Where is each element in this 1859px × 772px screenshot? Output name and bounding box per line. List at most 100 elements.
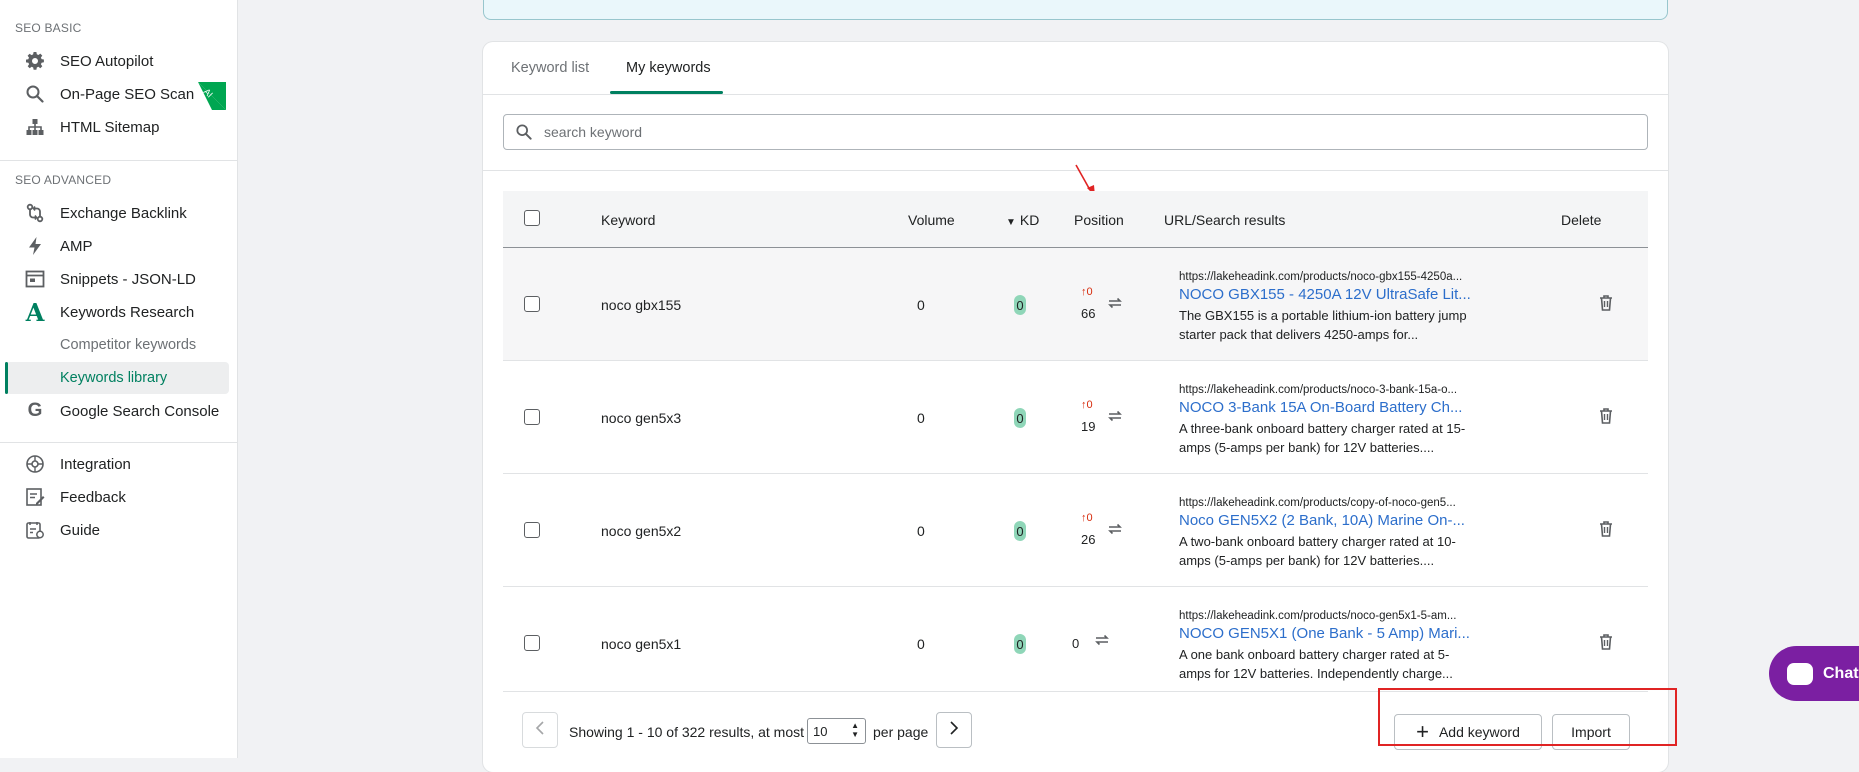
google-icon: G xyxy=(27,400,43,421)
per-page-value: 10 xyxy=(813,723,828,739)
kd-badge: 0 xyxy=(1014,295,1026,315)
kd-badge: 0 xyxy=(1014,634,1026,654)
result-description: A three-bank onboard battery charger rat… xyxy=(1179,421,1466,455)
sidebar-divider xyxy=(0,160,238,161)
position-history-icon[interactable] xyxy=(1106,520,1124,543)
sidebar-item-integration[interactable]: Integration xyxy=(6,448,229,480)
select-all-checkbox[interactable] xyxy=(524,210,540,226)
column-header-volume[interactable]: Volume xyxy=(908,212,955,228)
gear-icon xyxy=(24,50,46,72)
table-row: noco gen5x1 0 0 0 https://lakeheadink.co… xyxy=(503,587,1648,692)
chat-widget-button[interactable]: Chat xyxy=(1769,646,1859,701)
sidebar-item-keywords-library[interactable]: Keywords library xyxy=(5,362,229,394)
position-history-icon[interactable] xyxy=(1106,294,1124,317)
row-checkbox[interactable] xyxy=(524,409,540,425)
result-title-link[interactable]: NOCO 3-Bank 15A On-Board Battery Ch... xyxy=(1179,399,1479,416)
sidebar-item-competitor-keywords[interactable]: Competitor keywords xyxy=(6,329,229,361)
sidebar-item-label: Competitor keywords xyxy=(60,337,197,353)
result-title-link[interactable]: Noco GEN5X2 (2 Bank, 10A) Marine On-... xyxy=(1179,512,1479,529)
position-value: 66 xyxy=(1081,306,1096,321)
volume-cell: 0 xyxy=(917,636,925,652)
sidebar-divider xyxy=(0,442,238,443)
delete-trash-icon[interactable] xyxy=(1598,520,1614,543)
results-summary: Showing 1 - 10 of 322 results, at most xyxy=(569,724,805,740)
tab-my-keywords[interactable]: My keywords xyxy=(626,60,711,76)
sidebar-item-feedback[interactable]: Feedback xyxy=(6,481,229,513)
keyword-cell: noco gen5x2 xyxy=(601,523,682,539)
position-value: 0 xyxy=(1072,636,1080,651)
sidebar-item-snippets-json-ld[interactable]: Snippets - JSON-LD xyxy=(6,263,229,295)
row-checkbox[interactable] xyxy=(524,522,540,538)
info-banner xyxy=(483,0,1668,20)
column-header-position[interactable]: Position xyxy=(1074,212,1124,228)
select-arrows-icon: ▲ ▼ xyxy=(851,721,859,739)
sidebar-item-google-search-console[interactable]: G Google Search Console xyxy=(6,395,229,427)
keyword-cell: noco gbx155 xyxy=(601,297,682,313)
sidebar-item-label: Integration xyxy=(60,455,131,473)
search-input[interactable]: search keyword xyxy=(503,114,1648,150)
sidebar-item-label: Google Search Console xyxy=(60,402,220,420)
table-row: noco gen5x2 0 0 ↑0 26 https://lakeheadin… xyxy=(503,474,1648,587)
snippet-icon xyxy=(24,268,46,290)
result-title-link[interactable]: NOCO GEN5X1 (One Bank - 5 Amp) Mari... xyxy=(1179,625,1479,642)
chevron-left-icon xyxy=(535,720,545,740)
sidebar-item-guide[interactable]: Guide xyxy=(6,514,229,546)
active-tab-indicator xyxy=(610,91,723,94)
sidebar-item-label: Feedback xyxy=(60,488,126,506)
sidebar-item-label: Keywords library xyxy=(60,370,168,386)
sidebar-item-label: Keywords Research xyxy=(60,303,195,321)
sidebar-item-keywords-research[interactable]: A Keywords Research xyxy=(6,296,229,328)
previous-page-button[interactable] xyxy=(522,712,558,748)
result-url: https://lakeheadink.com/products/noco-ge… xyxy=(1179,610,1457,622)
sidebar-item-label: SEO Autopilot xyxy=(60,52,154,70)
sidebar: SEO BASIC SEO Autopilot On-Page SEO Scan… xyxy=(0,0,238,758)
lightning-icon xyxy=(24,235,46,257)
row-checkbox[interactable] xyxy=(524,635,540,651)
table-header: Keyword Volume ▼ KD Position URL/Search r… xyxy=(503,191,1648,248)
result-url: https://lakeheadink.com/products/noco-gb… xyxy=(1179,271,1463,283)
search-icon xyxy=(24,83,46,105)
exchange-icon xyxy=(24,202,46,224)
sidebar-item-on-page-seo-scan[interactable]: On-Page SEO Scan xyxy=(6,78,229,110)
column-header-kd[interactable]: ▼ KD xyxy=(1006,212,1039,228)
delete-trash-icon[interactable] xyxy=(1598,407,1614,430)
volume-cell: 0 xyxy=(917,297,925,313)
keywords-card: Keyword list My keywords search keyword … xyxy=(483,42,1668,772)
chevron-right-icon xyxy=(949,720,959,740)
position-history-icon[interactable] xyxy=(1106,407,1124,430)
result-url: https://lakeheadink.com/products/noco-3-… xyxy=(1179,384,1458,396)
result-title-link[interactable]: NOCO GBX155 - 4250A 12V UltraSafe Lit... xyxy=(1179,286,1479,303)
per-page-select[interactable]: 10 ▲ ▼ xyxy=(807,718,866,744)
position-history-icon[interactable] xyxy=(1093,631,1111,654)
sidebar-item-label: Exchange Backlink xyxy=(60,204,187,222)
per-page-label: per page xyxy=(873,724,929,740)
tab-keyword-list[interactable]: Keyword list xyxy=(511,60,589,76)
sidebar-item-amp[interactable]: AMP xyxy=(6,230,229,262)
delete-trash-icon[interactable] xyxy=(1598,294,1614,317)
row-checkbox[interactable] xyxy=(524,296,540,312)
keyword-cell: noco gen5x3 xyxy=(601,410,682,426)
sidebar-item-label: Guide xyxy=(60,521,101,539)
sidebar-item-exchange-backlink[interactable]: Exchange Backlink xyxy=(6,197,229,229)
sidebar-item-label: HTML Sitemap xyxy=(60,118,160,136)
volume-cell: 0 xyxy=(917,523,925,539)
volume-cell: 0 xyxy=(917,410,925,426)
sidebar-item-html-sitemap[interactable]: HTML Sitemap xyxy=(6,111,229,143)
result-description: The GBX155 is a portable lithium-ion bat… xyxy=(1179,308,1467,342)
position-value: 26 xyxy=(1081,532,1096,547)
delete-trash-icon[interactable] xyxy=(1598,633,1614,656)
kd-badge: 0 xyxy=(1014,408,1026,428)
column-header-delete: Delete xyxy=(1561,212,1602,228)
guide-icon xyxy=(24,519,46,541)
column-header-keyword[interactable]: Keyword xyxy=(601,212,655,228)
sidebar-item-seo-autopilot[interactable]: SEO Autopilot xyxy=(6,45,229,77)
next-page-button[interactable] xyxy=(936,712,972,748)
result-description: A one bank onboard battery charger rated… xyxy=(1179,647,1453,681)
search-icon xyxy=(516,124,532,143)
sidebar-item-label: AMP xyxy=(60,237,93,255)
table-row: noco gen5x3 0 0 ↑0 19 https://lakeheadin… xyxy=(503,361,1648,474)
integration-icon xyxy=(24,453,46,475)
sort-desc-icon: ▼ xyxy=(1006,217,1016,228)
tab-bar: Keyword list My keywords xyxy=(483,42,1668,95)
annotation-highlight-box xyxy=(1378,688,1677,746)
